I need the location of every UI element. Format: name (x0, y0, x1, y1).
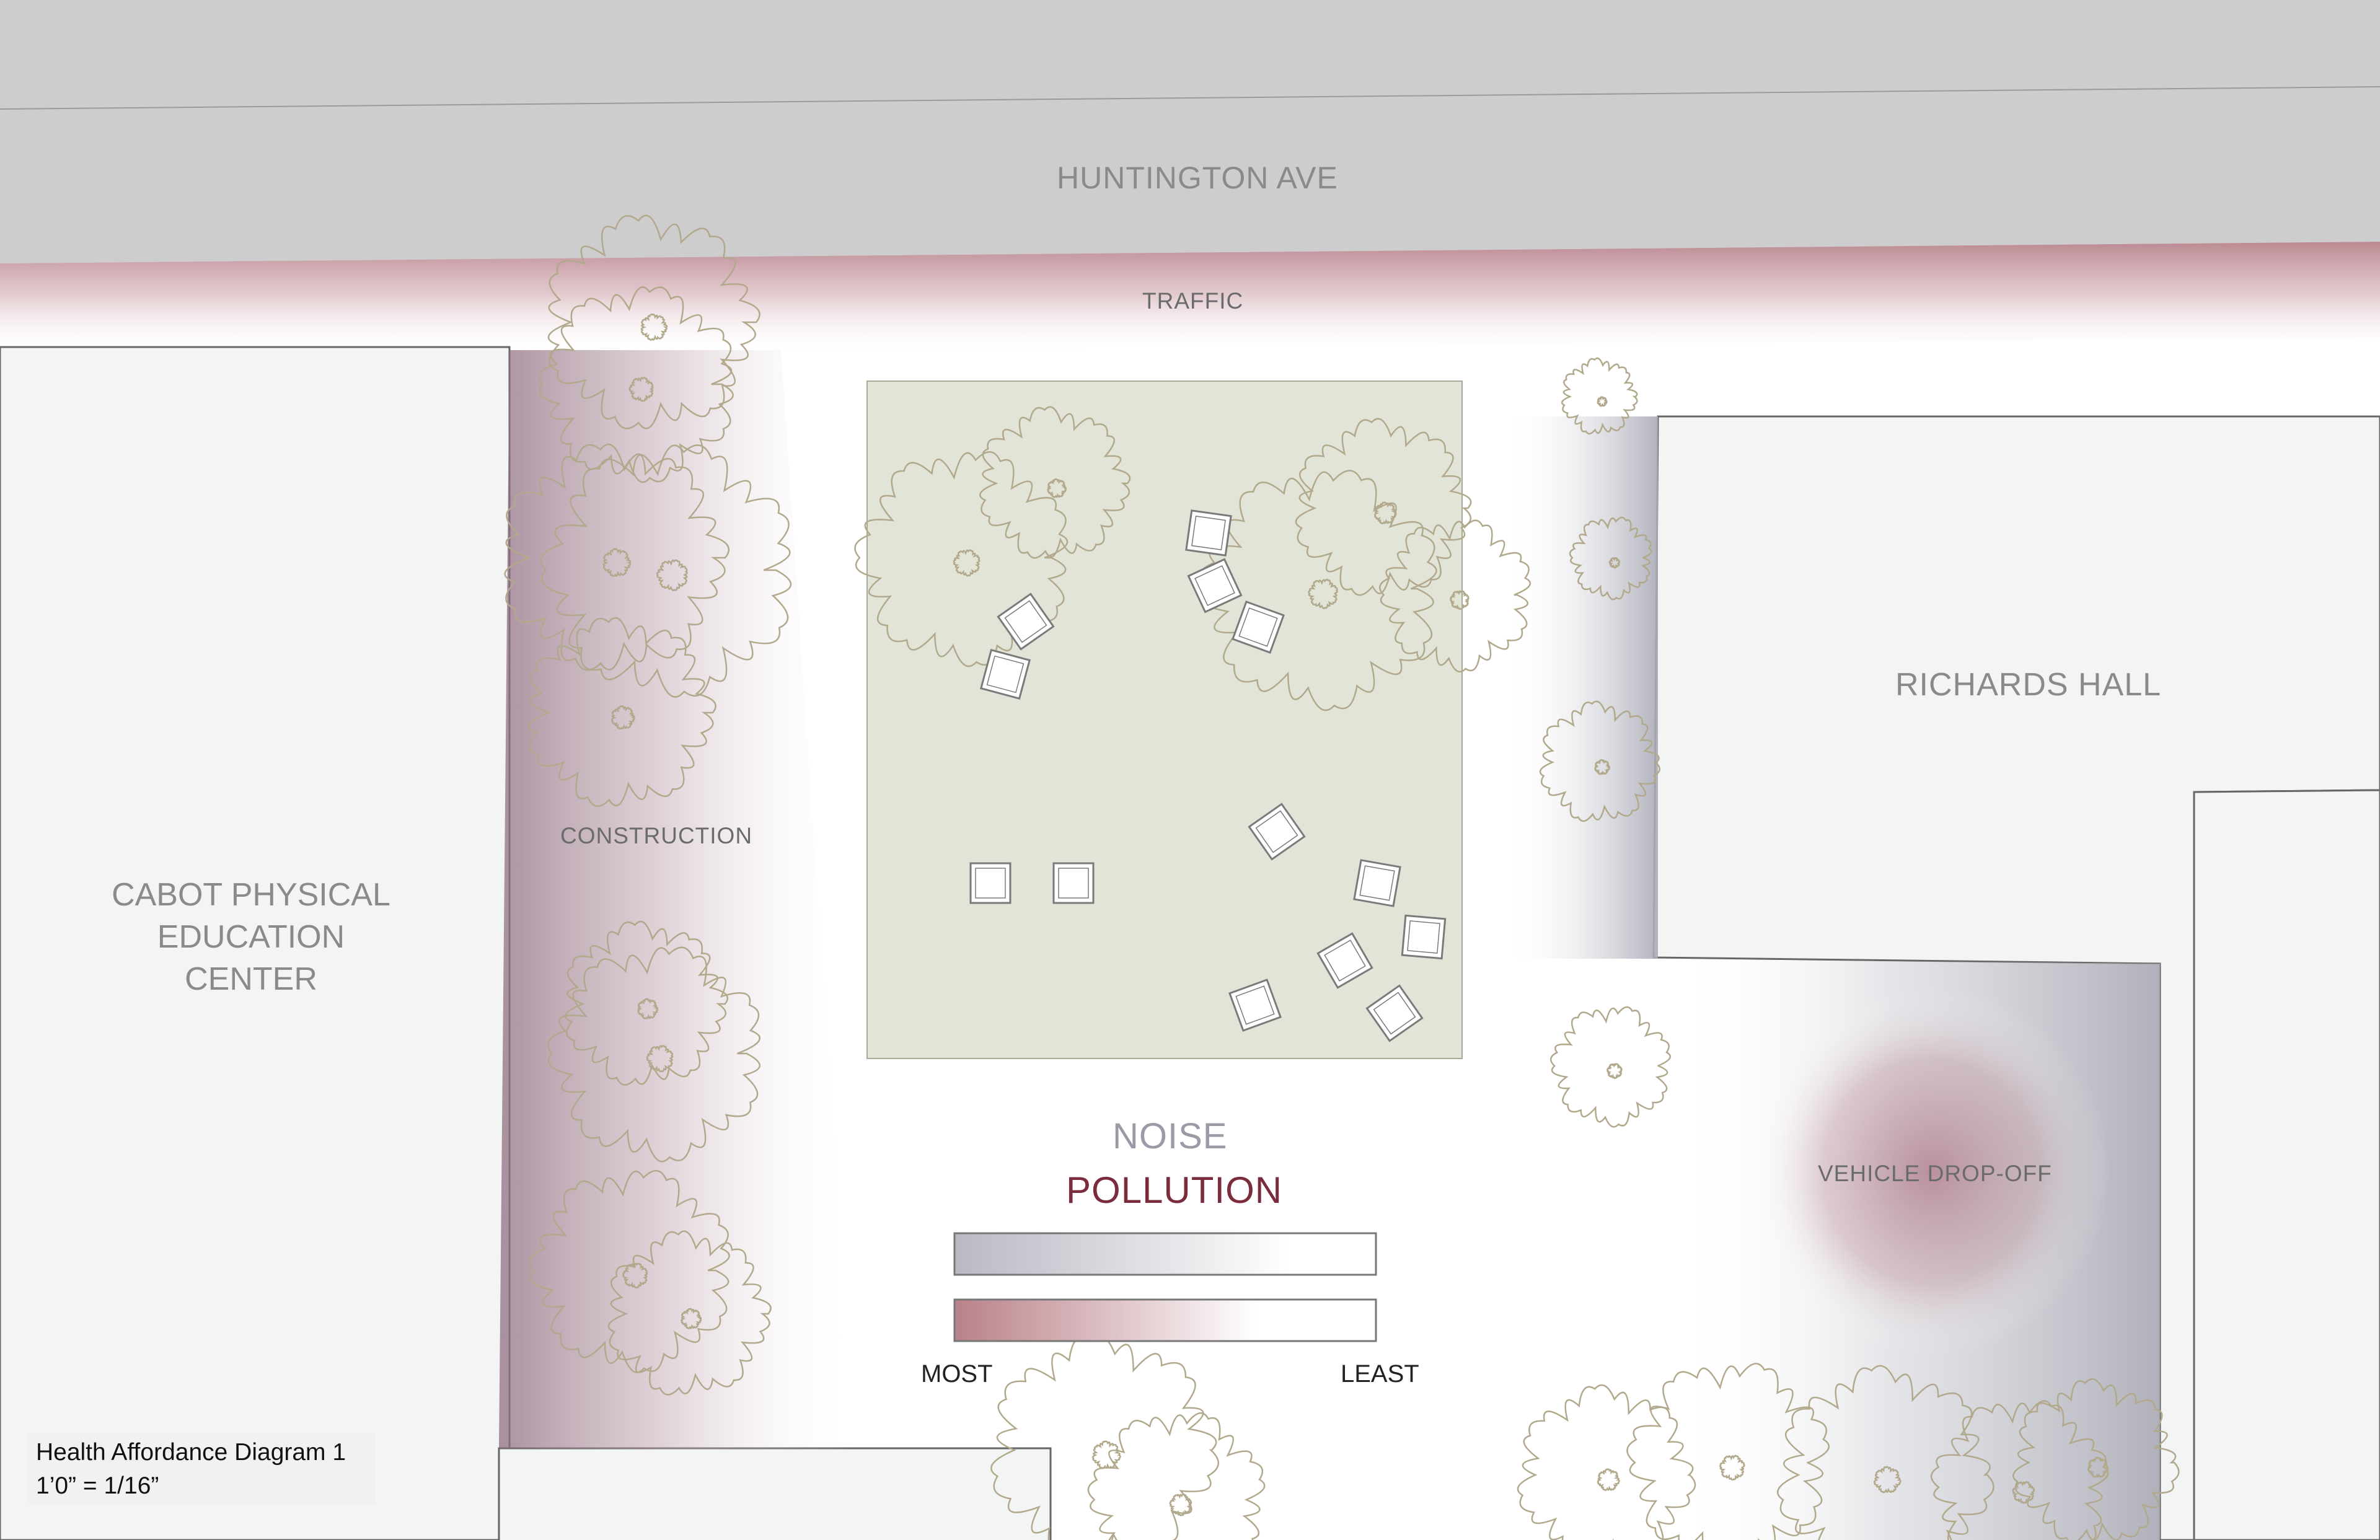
diagram-title: Health Affordance Diagram 1 (36, 1439, 346, 1466)
construction-label: CONSTRUCTION (560, 823, 753, 848)
seat-cushion (1407, 920, 1440, 954)
construction-pollution-zone (499, 350, 855, 1450)
tree-trunk (1597, 1468, 1620, 1491)
legend-pollution-label: POLLUTION (1066, 1169, 1283, 1211)
road (0, 0, 2380, 263)
legend-noise-bar (953, 1232, 1377, 1276)
seat-cushion (975, 868, 1006, 899)
building-label-richards: RICHARDS HALL (1895, 667, 2162, 703)
tree-trunk (1091, 1440, 1121, 1469)
annex-building (2193, 789, 2380, 1540)
plaza (866, 381, 1463, 1059)
seat-cushion (1058, 868, 1089, 899)
tree-canopy (1087, 1412, 1266, 1540)
street-label: HUNTINGTON AVE (1057, 161, 1338, 195)
seat-cushion (1191, 516, 1226, 550)
legend-most-label: MOST (921, 1360, 993, 1388)
traffic-label: TRAFFIC (1142, 288, 1244, 314)
diagram-caption: Health Affordance Diagram 1 1’0” = 1/16” (27, 1433, 376, 1505)
site-plan-drawing (0, 0, 2380, 1540)
tree-trunk (1597, 396, 1608, 407)
site-plan: HUNTINGTON AVE TRAFFIC CONSTRUCTION CABO… (0, 0, 2380, 1540)
dropoff-label: VEHICLE DROP-OFF (1818, 1161, 2052, 1186)
legend-least-label: LEAST (1341, 1360, 1419, 1388)
building-label-cabot: CABOT PHYSICAL EDUCATION CENTER (112, 877, 390, 997)
legend-noise-label: NOISE (1113, 1116, 1228, 1156)
bottom-building (498, 1447, 1052, 1540)
legend-pollution-bar (953, 1298, 1377, 1342)
noise-zone-gap (1506, 416, 1658, 959)
tree-trunk (1606, 1063, 1623, 1080)
seat-cushion (1359, 865, 1395, 901)
diagram-scale: 1’0” = 1/16” (36, 1472, 159, 1499)
